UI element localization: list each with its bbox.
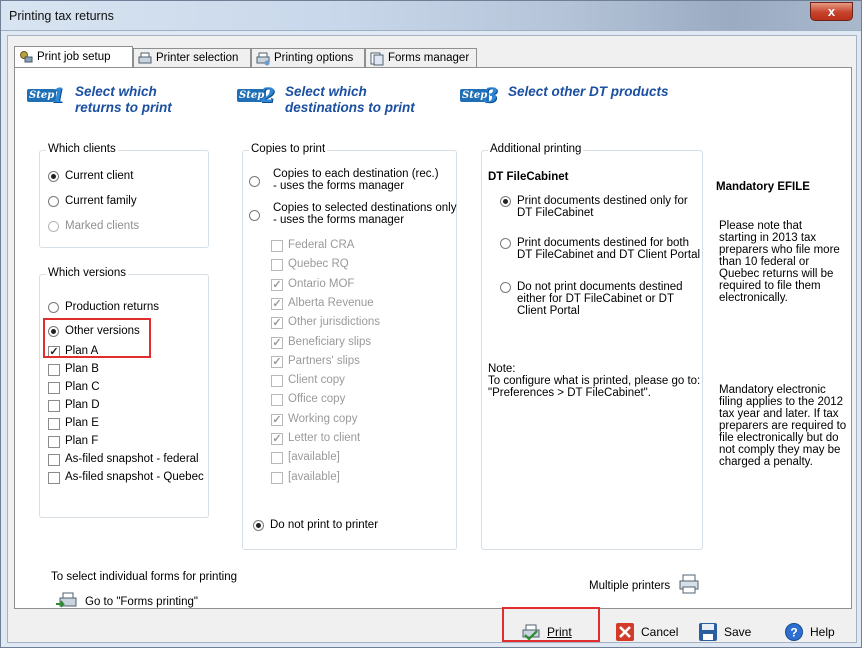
group-title: Copies to print: [249, 143, 328, 155]
efile-title: Mandatory EFILE: [716, 181, 810, 193]
step-3-text: Select other DT products: [508, 84, 669, 99]
checkbox-label: Ontario MOF: [288, 277, 355, 290]
window-title: Printing tax returns: [9, 9, 114, 23]
configure-note: Note: To configure what is printed, plea…: [488, 363, 701, 399]
efile-line: electronically.: [719, 292, 788, 304]
svg-text:?: ?: [790, 626, 797, 640]
checkbox-label: Federal CRA: [288, 239, 355, 251]
tab-label: Printer selection: [156, 52, 239, 64]
checkbox-box: [271, 240, 283, 252]
help-button[interactable]: ? Help: [784, 619, 844, 645]
cancel-icon: [616, 623, 634, 641]
checkbox-label: Alberta Revenue: [288, 296, 374, 309]
forms-icon: [370, 52, 384, 66]
efile-line: than 10 federal or: [719, 256, 810, 268]
checkbox-label: Quebec RQ: [288, 258, 349, 271]
tab-label: Printing options: [274, 52, 354, 64]
efile-line: starting in 2013 tax: [719, 232, 817, 244]
checkbox-label: Beneficiary slips: [288, 335, 372, 348]
checkbox-label: Letter to client: [288, 432, 361, 444]
additional-printing-group: Additional printing DT FileCabinet Print…: [481, 143, 703, 550]
tab-printing-options[interactable]: Printing options: [251, 48, 365, 68]
checkbox-box: ✓: [271, 317, 283, 330]
copies-to-print-group: Copies to print Copies to each destinati…: [242, 143, 457, 550]
tab-printer-selection[interactable]: Printer selection: [133, 48, 251, 68]
efile-paragraph-1: Please note that starting in 2013 tax prep…: [719, 220, 840, 304]
checkbox-box: [271, 259, 283, 272]
efile-line: required to file them: [719, 280, 821, 292]
tab-forms-manager[interactable]: Forms manager: [365, 48, 477, 68]
print-dialog-window: Printing tax returns x Print job setup P…: [0, 0, 862, 648]
dt-filecabinet-heading: DT FileCabinet: [488, 171, 569, 183]
checkbox-box: ✓: [271, 278, 283, 291]
dialog-client-area: Print job setup Printer selection Printi…: [7, 35, 857, 643]
multiple-printers-icon[interactable]: [677, 572, 701, 596]
checkbox-box: [271, 394, 283, 407]
tab-label: Forms manager: [388, 52, 470, 64]
save-button[interactable]: Save: [698, 619, 758, 645]
efile-line: Quebec returns will be: [719, 268, 834, 280]
checkbox-label: Client copy: [288, 374, 345, 387]
checkbox-label: [available]: [288, 470, 340, 483]
printer-icon: [138, 52, 152, 64]
checkbox-box: ✓: [271, 413, 283, 426]
gear-printer-icon: [20, 51, 33, 63]
title-bar: Printing tax returns x: [1, 1, 861, 31]
efile-line: charged a penalty.: [719, 456, 813, 468]
multiple-printers-label: Multiple printers: [589, 580, 671, 592]
step-2-badge: Step 2: [237, 83, 275, 107]
checkbox-label: Working copy: [288, 412, 358, 425]
tab-print-job-setup[interactable]: Print job setup: [14, 46, 133, 68]
help-icon: ?: [785, 623, 803, 641]
which-clients-group: Which clients Current client Current fam…: [39, 143, 209, 248]
checkbox-label: Partners' slips: [288, 354, 360, 367]
efile-line: not comply they may be: [719, 444, 841, 456]
checkbox-label: Office copy: [288, 393, 346, 406]
print-job-setup-panel: Step 1 Select which returns to print Step…: [14, 67, 852, 609]
cancel-button[interactable]: Cancel: [615, 619, 685, 645]
efile-paragraph-2: Mandatory electronic filing applies to th…: [719, 384, 846, 468]
checkbox-box: [271, 375, 283, 388]
efile-line: filing applies to the 2012: [719, 396, 844, 408]
efile-line: Please note that: [719, 220, 803, 232]
highlight-print-button: [502, 607, 600, 642]
efile-line: file electronically but do: [719, 432, 839, 444]
step-2-text: Select which destinations to print: [285, 84, 415, 115]
step-3-badge: Step 3: [460, 83, 498, 107]
efile-line: tax year and later. If tax: [719, 408, 839, 420]
checkbox-box: ✓: [271, 433, 283, 445]
step-1-text: Select which returns to print: [75, 84, 172, 115]
checkbox-box: [271, 471, 283, 484]
highlight-other-versions: [43, 318, 151, 358]
checkbox-label: [available]: [288, 451, 340, 464]
printer-options-icon: [256, 52, 270, 66]
select-forms-label: To select individual forms for printing: [51, 571, 237, 583]
group-title: Additional printing: [488, 143, 584, 155]
checkbox-box: [271, 452, 283, 465]
group-title: Which clients: [46, 143, 118, 155]
efile-line: Mandatory electronic: [719, 384, 826, 396]
checkbox-box: ✓: [271, 297, 283, 310]
checkbox-label: Other jurisdictions: [288, 316, 381, 329]
checkbox-box: ✓: [271, 336, 283, 349]
close-button[interactable]: x: [810, 2, 853, 21]
forms-printing-icon: [56, 592, 77, 608]
save-icon: [699, 623, 717, 641]
efile-line: preparers are required to: [719, 420, 847, 432]
checkbox-box: ✓: [271, 355, 283, 368]
efile-line: preparers who file more: [719, 244, 840, 256]
group-title: Which versions: [46, 267, 128, 279]
which-versions-group: Which versions Production returns Other …: [39, 267, 209, 518]
tab-label: Print job setup: [37, 51, 111, 63]
step-1-badge: Step 1: [27, 83, 65, 107]
